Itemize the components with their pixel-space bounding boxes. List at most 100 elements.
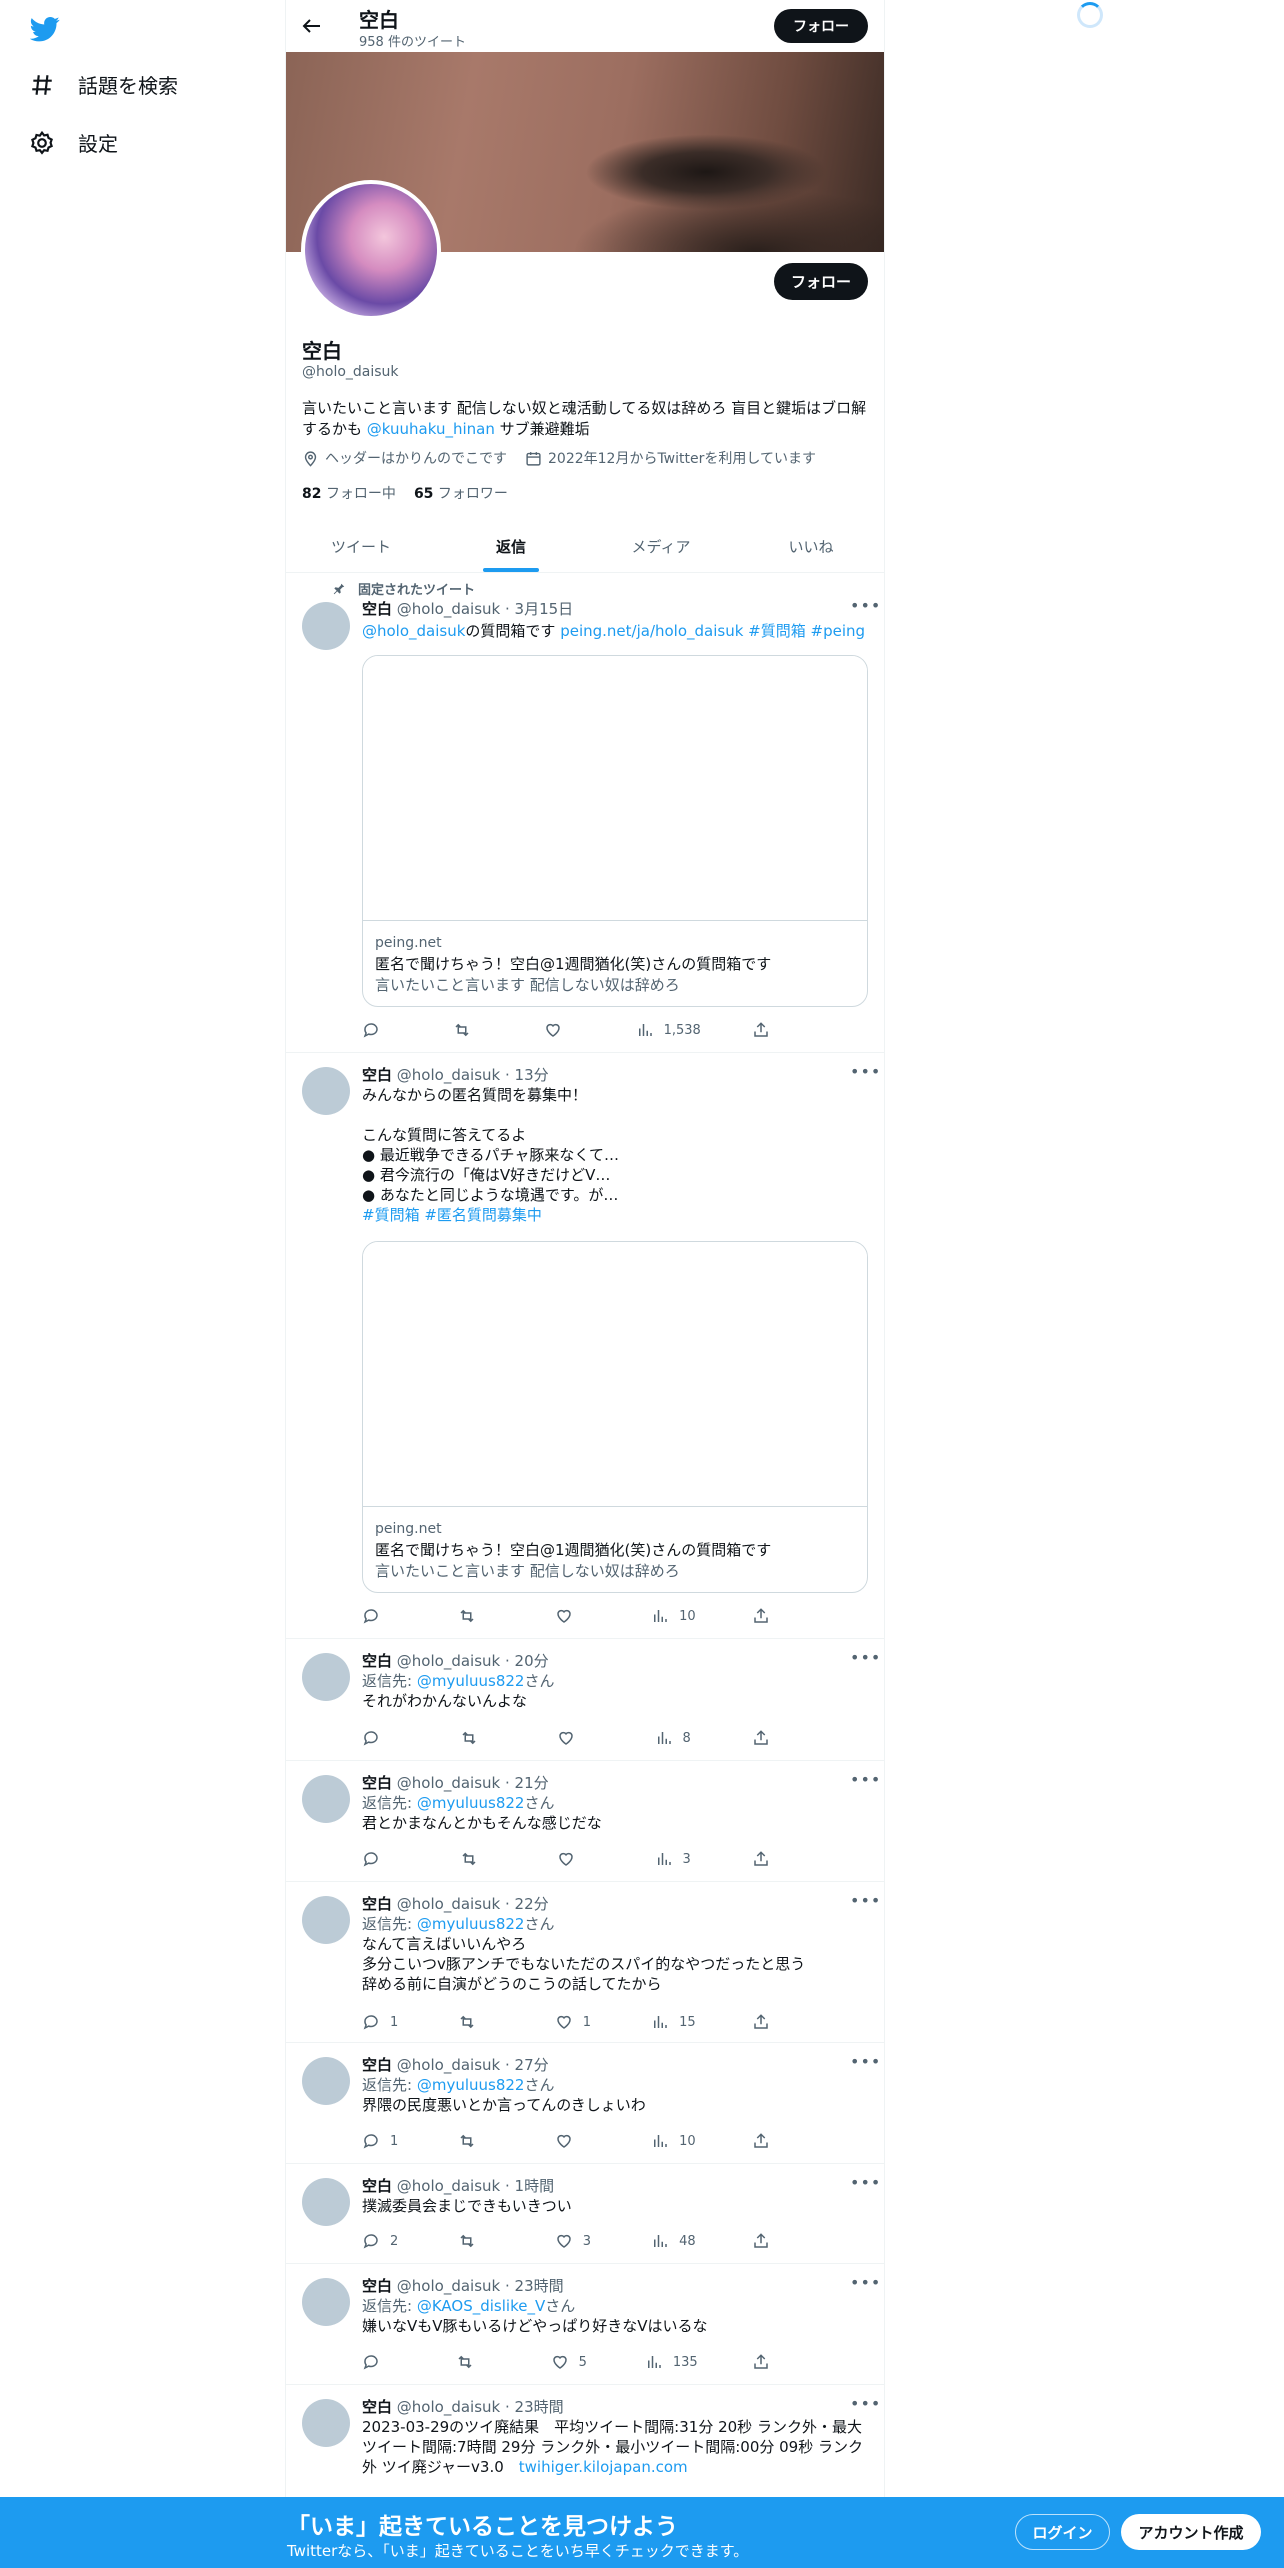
tweet[interactable]: ••• 空白 @holo_daisuk · 13分 みんなからの匿名質問を募集中…	[286, 1053, 884, 1639]
tweet[interactable]: ••• 空白 @holo_daisuk · 23時間 返信先: @KAOS_di…	[286, 2264, 884, 2385]
following-link[interactable]: 82 フォロー中	[302, 483, 396, 503]
avatar[interactable]	[302, 2278, 350, 2326]
tweet[interactable]: ••• 空白 @holo_daisuk · 27分 返信先: @myuluus8…	[286, 2043, 884, 2164]
views-button[interactable]: 1,538	[636, 1020, 701, 1040]
tweet-author-name[interactable]: 空白	[362, 1774, 392, 1792]
tweet-author-name[interactable]: 空白	[362, 2277, 392, 2295]
like-button[interactable]: 5	[551, 2352, 591, 2372]
tab-replies[interactable]: 返信	[436, 520, 586, 572]
tweet-author-name[interactable]: 空白	[362, 1066, 392, 1084]
views-button[interactable]: 8	[655, 1728, 695, 1748]
like-button[interactable]	[544, 1020, 584, 1040]
avatar[interactable]	[302, 1775, 350, 1823]
views-button[interactable]: 135	[645, 2352, 698, 2372]
tab-tweets[interactable]: ツイート	[286, 520, 436, 572]
reply-context: 返信先: @KAOS_dislike_Vさん	[362, 2296, 870, 2316]
tweet-author-name[interactable]: 空白	[362, 1895, 392, 1913]
share-button[interactable]	[752, 2231, 792, 2251]
share-button[interactable]	[752, 1020, 792, 1040]
create-account-button[interactable]: アカウント作成	[1121, 2514, 1261, 2550]
card-description: 言いたいこと言います 配信しない奴は辞めろ	[375, 976, 680, 994]
tweet-meta: @holo_daisuk · 23時間	[396, 2398, 564, 2416]
like-button[interactable]: 1	[555, 2012, 595, 2032]
tweet-author-name[interactable]: 空白	[362, 2398, 392, 2416]
tweet[interactable]: ••• 空白 @holo_daisuk · 20分 返信先: @myuluus8…	[286, 1639, 884, 1761]
reply-to-link[interactable]: @myuluus822	[417, 1794, 525, 1812]
reply-button[interactable]: 1	[362, 2012, 402, 2032]
tweet-meta: @holo_daisuk · 13分	[396, 1066, 549, 1084]
share-button[interactable]	[752, 2012, 792, 2032]
tweet-author-name[interactable]: 空白	[362, 1652, 392, 1670]
views-button[interactable]: 3	[655, 1849, 695, 1869]
retweet-button[interactable]	[458, 1606, 498, 1626]
reply-to-link[interactable]: @myuluus822	[417, 1915, 525, 1933]
share-button[interactable]	[752, 2131, 792, 2151]
retweet-button[interactable]	[460, 1849, 500, 1869]
link-card[interactable]: peing.net 匿名で聞けちゃう！空白@1週間猶化(笑)さんの質問箱です 言…	[362, 1241, 868, 1593]
reply-button[interactable]: 2	[362, 2231, 402, 2251]
reply-button[interactable]	[362, 2352, 402, 2372]
like-button[interactable]	[555, 2131, 595, 2151]
retweet-button[interactable]	[460, 1728, 500, 1748]
avatar[interactable]	[302, 2057, 350, 2105]
reply-to-link[interactable]: @myuluus822	[417, 1672, 525, 1690]
reply-button[interactable]	[362, 1606, 402, 1626]
tweet-author-name[interactable]: 空白	[362, 600, 392, 618]
tweet[interactable]: ••• 空白 @holo_daisuk · 21分 返信先: @myuluus8…	[286, 1761, 884, 1882]
like-button[interactable]	[557, 1728, 597, 1748]
tweet[interactable]: 固定されたツイート ••• 空白 @holo_daisuk · 3月15日 @h…	[286, 573, 884, 1053]
login-button[interactable]: ログイン	[1015, 2514, 1110, 2550]
header-follow-button[interactable]: フォロー	[774, 9, 868, 43]
tweet-author-name[interactable]: 空白	[362, 2177, 392, 2195]
tab-likes[interactable]: いいね	[736, 520, 884, 572]
tweet-link[interactable]: twihiger.kilojapan.com	[519, 2458, 688, 2476]
follow-button[interactable]: フォロー	[774, 263, 868, 300]
like-button[interactable]	[557, 1849, 597, 1869]
tweet[interactable]: ••• 空白 @holo_daisuk · 1時間 撲滅委員会まじできもいきつい…	[286, 2164, 884, 2264]
reply-button[interactable]: 1	[362, 2131, 402, 2151]
reply-button[interactable]	[362, 1728, 402, 1748]
back-arrow-icon[interactable]	[300, 14, 324, 38]
retweet-button[interactable]	[458, 2131, 498, 2151]
sidebar-item-label: 話題を検索	[78, 74, 178, 98]
views-button[interactable]: 10	[651, 1606, 696, 1626]
reply-to-link[interactable]: @KAOS_dislike_V	[417, 2297, 545, 2315]
reply-to-link[interactable]: @myuluus822	[417, 2076, 525, 2094]
share-button[interactable]	[752, 1606, 792, 1626]
retweet-button[interactable]	[453, 1020, 493, 1040]
followers-link[interactable]: 65 フォロワー	[414, 483, 508, 503]
twitter-bird-icon[interactable]	[30, 14, 60, 44]
avatar[interactable]	[302, 602, 350, 650]
tweet-meta: @holo_daisuk · 3月15日	[396, 600, 574, 618]
share-button[interactable]	[752, 1728, 792, 1748]
retweet-button[interactable]	[456, 2352, 496, 2372]
share-button[interactable]	[752, 1849, 792, 1869]
views-button[interactable]: 48	[651, 2231, 696, 2251]
avatar[interactable]	[302, 1896, 350, 1944]
tweet-mention-link[interactable]: @holo_daisuk	[362, 622, 465, 640]
tweet-hashtags[interactable]: #質問箱 #匿名質問募集中	[362, 1205, 870, 1225]
tweet-header: 空白 @holo_daisuk · 20分	[362, 1651, 870, 1671]
tweet[interactable]: ••• 空白 @holo_daisuk · 22分 返信先: @myuluus8…	[286, 1882, 884, 2043]
avatar[interactable]	[302, 2178, 350, 2226]
sidebar-item-explore[interactable]: 話題を検索	[28, 70, 178, 99]
like-button[interactable]	[555, 1606, 595, 1626]
retweet-button[interactable]	[458, 2231, 498, 2251]
link-card[interactable]: peing.net 匿名で聞けちゃう！空白@1週間猶化(笑)さんの質問箱です 言…	[362, 655, 868, 1007]
views-button[interactable]: 10	[651, 2131, 696, 2151]
tab-media[interactable]: メディア	[586, 520, 736, 572]
avatar[interactable]	[302, 1653, 350, 1701]
reply-button[interactable]	[362, 1020, 402, 1040]
share-button[interactable]	[752, 2352, 792, 2372]
views-button[interactable]: 15	[651, 2012, 696, 2032]
retweet-button[interactable]	[458, 2012, 498, 2032]
reply-button[interactable]	[362, 1849, 402, 1869]
like-button[interactable]: 3	[555, 2231, 595, 2251]
avatar[interactable]	[302, 1067, 350, 1115]
tweet-link[interactable]: peing.net/ja/holo_daisuk #質問箱 #peing	[560, 622, 865, 640]
bio-mention-link[interactable]: @kuuhaku_hinan	[367, 420, 495, 438]
avatar[interactable]	[302, 2399, 350, 2447]
tweet-author-name[interactable]: 空白	[362, 2056, 392, 2074]
sidebar-item-settings[interactable]: 設定	[28, 128, 118, 157]
profile-avatar[interactable]	[301, 180, 441, 320]
